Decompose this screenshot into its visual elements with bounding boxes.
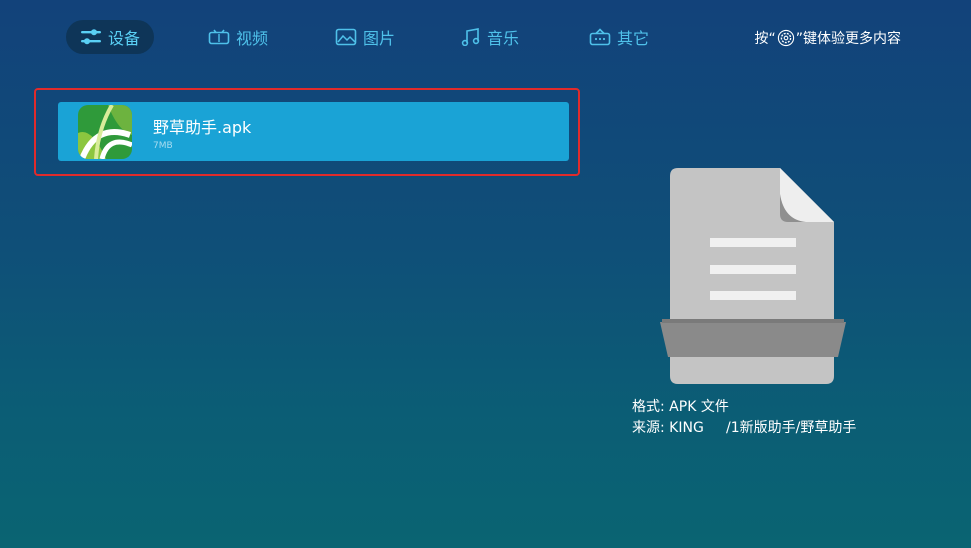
tab-other[interactable]: 其它 — [575, 20, 663, 54]
source-row: 来源: KING /1新版助手/野草助手 — [632, 418, 856, 439]
settings-icon — [777, 29, 794, 47]
file-details: 格式: APK 文件 来源: KING /1新版助手/野草助手 — [632, 397, 856, 439]
sliders-icon — [81, 29, 101, 45]
tab-picture-label: 图片 — [363, 29, 396, 48]
file-size: 7MB — [153, 141, 173, 151]
file-list-item[interactable]: 野草助手.apk 7MB — [58, 102, 569, 161]
file-preview — [656, 164, 850, 392]
file-name: 野草助手.apk — [153, 118, 252, 137]
tab-other-label: 其它 — [617, 29, 650, 48]
tab-picture[interactable]: 图片 — [321, 20, 409, 54]
picture-icon — [335, 28, 357, 46]
tab-device[interactable]: 设备 — [66, 20, 155, 54]
tab-video-label: 视频 — [236, 29, 269, 48]
tab-device-label: 设备 — [108, 29, 141, 48]
app-icon — [78, 105, 132, 159]
tab-music-label: 音乐 — [487, 29, 520, 48]
source-label: 来源: — [632, 420, 665, 436]
source-value: KING /1新版助手/野草助手 — [669, 420, 857, 436]
music-note-icon — [461, 28, 480, 46]
hint-suffix: ”键体验更多内容 — [795, 31, 901, 47]
hint-prefix: 按“ — [754, 31, 776, 47]
tab-music[interactable]: 音乐 — [447, 20, 533, 54]
menu-key-hint: 按“ ”键体验更多内容 — [754, 28, 901, 48]
tab-video[interactable]: 视频 — [194, 20, 282, 54]
video-icon — [208, 29, 230, 45]
box-icon — [589, 28, 611, 46]
document-icon — [660, 168, 846, 384]
format-label: 格式: — [632, 399, 665, 415]
format-row: 格式: APK 文件 — [632, 397, 856, 418]
format-value: APK 文件 — [669, 399, 729, 415]
